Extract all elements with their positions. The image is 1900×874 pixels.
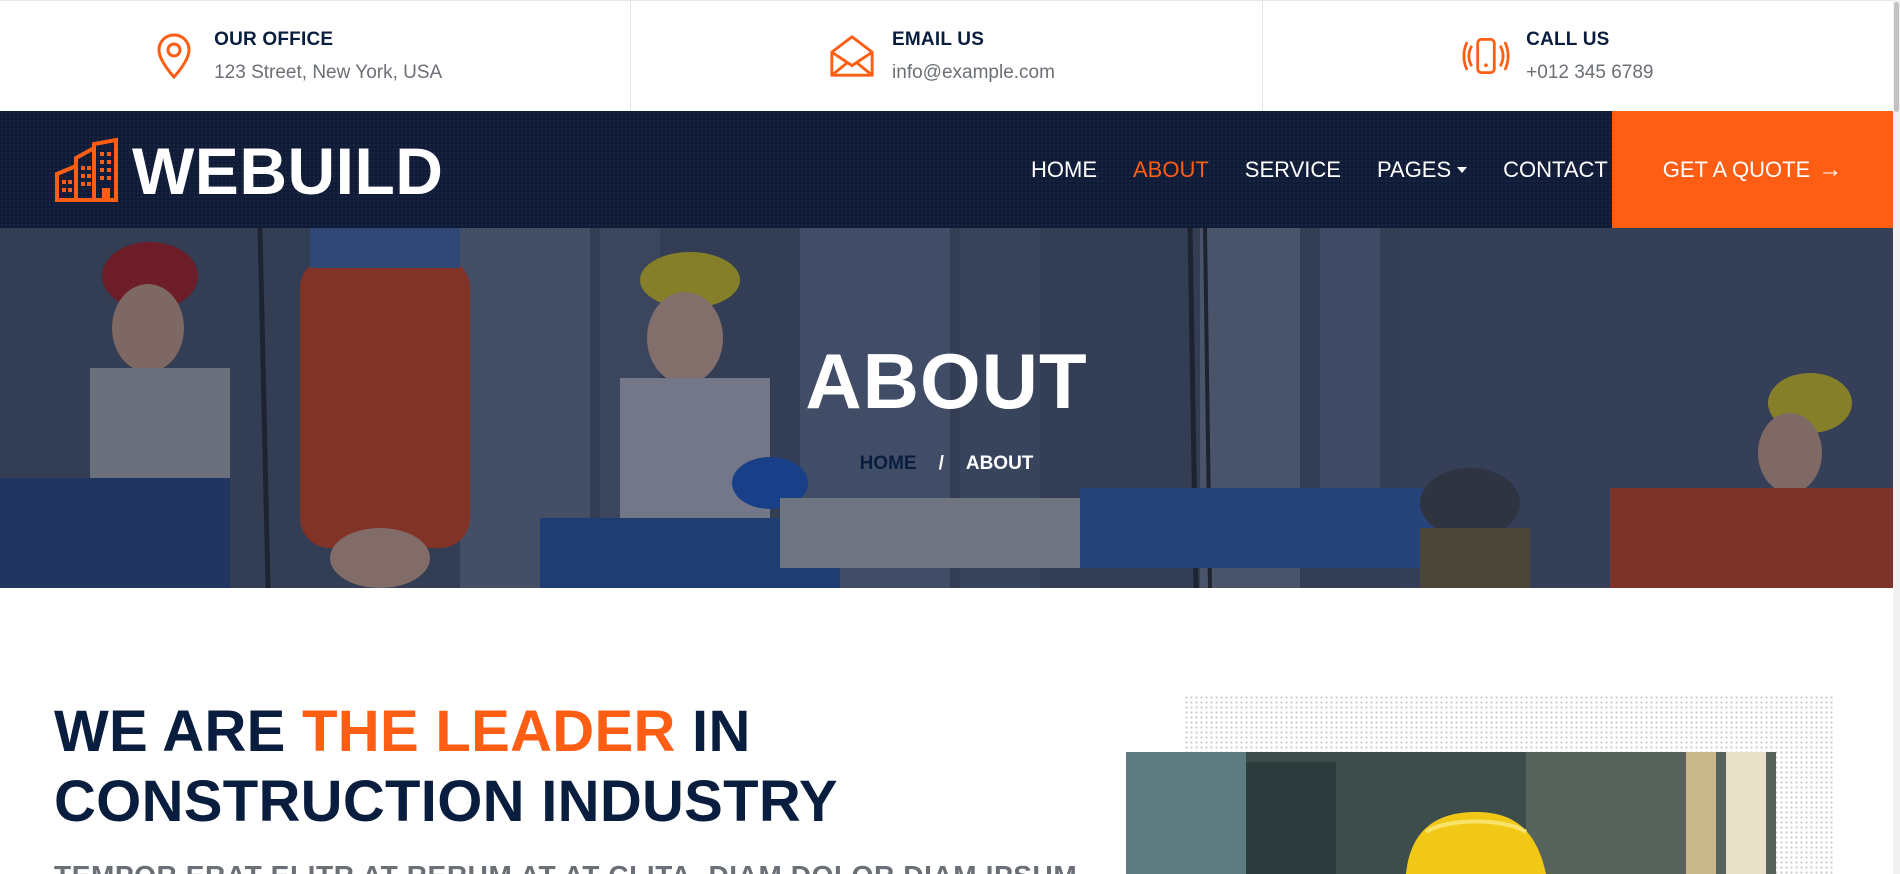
call-info: CALL US +012 345 6789 [1263, 1, 1893, 111]
top-info-bar: OUR OFFICE 123 Street, New York, USA EMA… [0, 0, 1893, 111]
page-title: ABOUT [805, 337, 1088, 425]
about-heading-pre: WE ARE [54, 699, 303, 764]
call-title: CALL US [1526, 28, 1610, 50]
nav-contact[interactable]: CONTACT [1503, 157, 1608, 183]
main-navbar: WEBUILD HOME ABOUT SERVICE PAGES CONTACT… [0, 111, 1893, 228]
brand-name: WEBUILD [132, 134, 444, 208]
about-heading-post: IN [675, 699, 751, 764]
breadcrumb-home[interactable]: HOME [860, 453, 917, 474]
caret-down-icon [1457, 166, 1468, 173]
about-subtitle: TEMPOR ERAT ELITR AT RERUM AT AT CLITA. … [54, 860, 1077, 874]
building-icon [54, 136, 118, 207]
breadcrumb-current: ABOUT [965, 453, 1034, 474]
email-address[interactable]: info@example.com [892, 62, 1055, 84]
envelope-icon [828, 32, 876, 80]
arrow-right-icon: → [1818, 155, 1843, 183]
call-number[interactable]: +012 345 6789 [1526, 62, 1653, 84]
nav-pages-dropdown[interactable]: PAGES [1376, 156, 1468, 183]
map-pin-icon [150, 32, 198, 80]
email-info: EMAIL US info@example.com [631, 1, 1263, 111]
nav-pages-label: PAGES [1376, 156, 1452, 182]
quote-label: GET A QUOTE [1662, 156, 1811, 182]
office-info: OUR OFFICE 123 Street, New York, USA [0, 1, 632, 111]
scrollbar-thumb[interactable] [1894, 2, 1899, 112]
about-heading-line2: CONSTRUCTION INDUSTRY [54, 769, 838, 834]
nav-menu: HOME ABOUT SERVICE PAGES CONTACT [1031, 111, 1644, 228]
office-title: OUR OFFICE [214, 28, 334, 50]
brand-logo[interactable]: WEBUILD [54, 133, 443, 209]
nav-home[interactable]: HOME [1031, 157, 1097, 183]
office-address: 123 Street, New York, USA [214, 61, 443, 83]
breadcrumb-separator: / [938, 453, 944, 474]
get-a-quote-button[interactable]: GET A QUOTE → [1612, 111, 1893, 228]
about-heading-highlight: THE LEADER [302, 699, 676, 764]
email-title: EMAIL US [892, 28, 985, 50]
phone-ring-icon [1462, 32, 1510, 80]
about-heading: WE ARE THE LEADER IN CONSTRUCTION INDUST… [54, 697, 838, 837]
page-header-hero: ABOUT HOME / ABOUT [0, 228, 1893, 588]
page-scrollbar[interactable] [1893, 0, 1900, 874]
about-image [1126, 752, 1776, 874]
nav-service[interactable]: SERVICE [1245, 157, 1341, 183]
breadcrumb: HOME / ABOUT [0, 453, 1893, 475]
nav-about[interactable]: ABOUT [1133, 157, 1209, 183]
